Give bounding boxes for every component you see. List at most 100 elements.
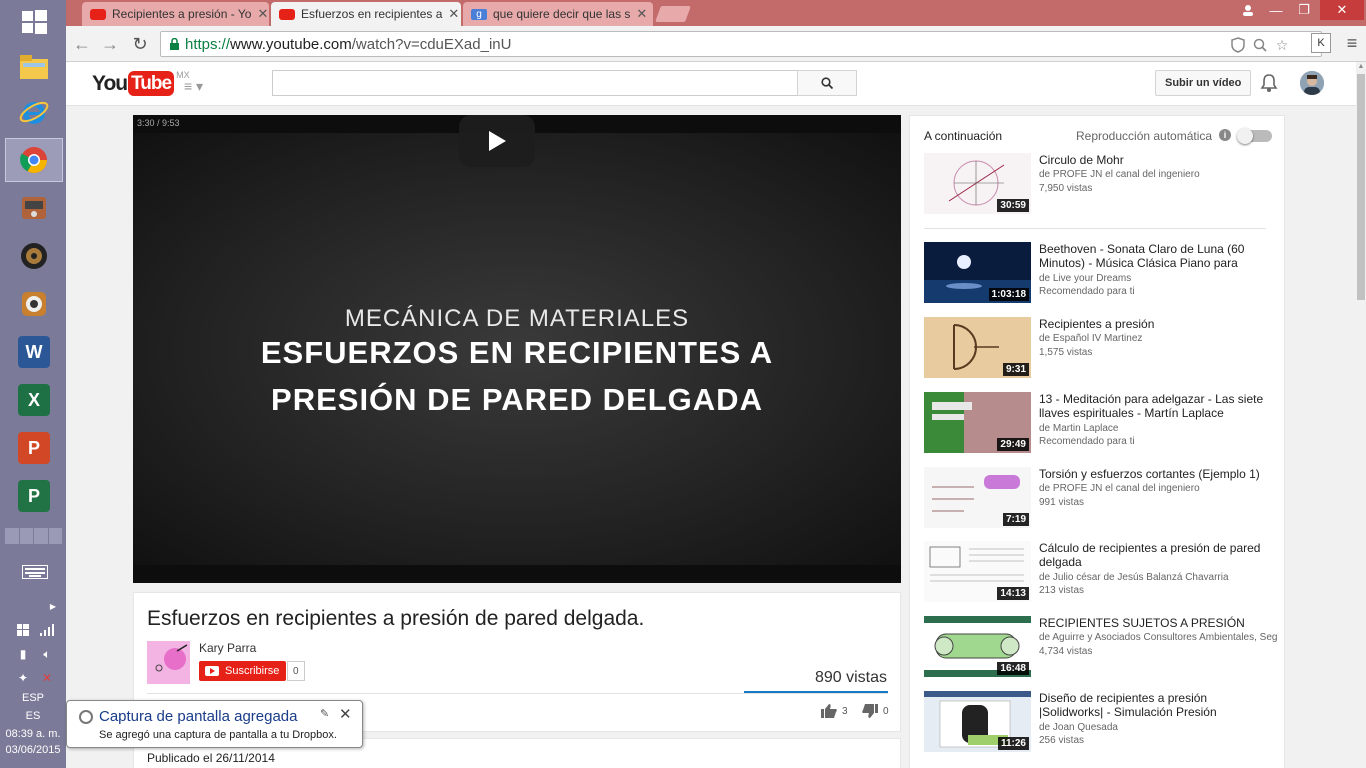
video-thumbnail[interactable]: 16:48 xyxy=(924,616,1031,677)
video-thumbnail[interactable]: 30:59 xyxy=(924,153,1031,214)
recommended-title[interactable]: 13 - Meditación para adelgazar - Las sie… xyxy=(1039,392,1273,420)
back-arrow-icon[interactable]: ← xyxy=(72,34,92,54)
recommended-title[interactable]: RECIPIENTES SUJETOS A PRESIÓN xyxy=(1039,616,1273,630)
tab-google-search[interactable]: g que quiere decir que las s ✕ xyxy=(463,2,653,26)
recommended-video[interactable]: 16:48 RECIPIENTES SUJETOS A PRESIÓN de A… xyxy=(924,616,1284,678)
autoplay-label: Reproducción automática xyxy=(1076,129,1213,143)
browser-titlebar: Recipientes a presión - Yo ✕ Esfuerzos e… xyxy=(66,0,1366,26)
dropbox-icon[interactable]: ✦ xyxy=(14,670,32,686)
dropbox-notification[interactable]: Captura de pantalla agregada Se agregó u… xyxy=(66,700,363,748)
search-button[interactable] xyxy=(797,70,857,96)
channel-avatar[interactable] xyxy=(147,641,190,684)
account-avatar[interactable] xyxy=(1300,71,1324,95)
video-thumbnail[interactable]: 29:49 xyxy=(924,392,1031,453)
notification-title[interactable]: Captura de pantalla agregada xyxy=(99,708,298,725)
video-slide-subtitle: MECÁNICA DE MATERIALES xyxy=(344,305,690,332)
recommended-title[interactable]: Recipientes a presión xyxy=(1039,317,1273,331)
webcam-app-icon[interactable] xyxy=(5,282,63,326)
video-thumbnail[interactable]: 11:26 xyxy=(924,691,1031,752)
play-icon xyxy=(489,131,506,151)
chrome-icon[interactable] xyxy=(5,138,63,182)
close-icon[interactable]: ✕ xyxy=(442,6,459,22)
recommended-video[interactable]: 9:31 Recipientes a presión de Español IV… xyxy=(924,317,1284,379)
subscribe-button[interactable]: Suscribirse xyxy=(199,661,287,681)
video-thumbnail[interactable]: 1:03:18 xyxy=(924,242,1031,303)
tab-recipientes[interactable]: Recipientes a presión - Yo ✕ xyxy=(82,2,269,26)
word-icon[interactable]: W xyxy=(5,330,63,374)
recommended-title[interactable]: Cálculo de recipientes a presión de pare… xyxy=(1039,541,1273,569)
chrome-menu-icon[interactable]: ≡ xyxy=(1342,33,1362,53)
zoom-icon[interactable] xyxy=(1251,36,1269,54)
recommended-video[interactable]: 30:59 Circulo de Mohr de PROFE JN el can… xyxy=(924,153,1284,215)
channel-name[interactable]: Kary Parra xyxy=(199,641,256,655)
window-close-icon[interactable]: ✕ xyxy=(1320,0,1364,20)
video-thumbnail[interactable]: 9:31 xyxy=(924,317,1031,378)
video-thumbnail[interactable]: 7:19 xyxy=(924,467,1031,528)
close-icon[interactable]: ✕ xyxy=(251,6,268,22)
guide-menu-icon[interactable]: ≡ ▾ xyxy=(184,78,203,95)
forward-arrow-icon[interactable]: → xyxy=(100,34,120,54)
video-thumbnail[interactable]: 14:13 xyxy=(924,541,1031,602)
recommended-title[interactable]: Torsión y esfuerzos cortantes (Ejemplo 1… xyxy=(1039,467,1273,481)
recommended-video[interactable]: 29:49 13 - Meditación para adelgazar - L… xyxy=(924,392,1284,454)
info-icon[interactable]: i xyxy=(1219,129,1231,141)
new-tab-button[interactable] xyxy=(655,6,691,22)
page-scrollbar[interactable]: ▲ xyxy=(1356,62,1366,768)
windows-small-icon[interactable] xyxy=(14,622,32,638)
play-button[interactable] xyxy=(459,115,535,167)
address-bar[interactable]: https://www.youtube.com/watch?v=cduEXad_… xyxy=(160,31,1322,57)
recommended-channel: de Aguirre y Asociados Consultores Ambie… xyxy=(1039,632,1278,643)
video-duration: 11:26 xyxy=(997,737,1029,750)
internet-explorer-icon[interactable] xyxy=(5,90,63,134)
restore-icon[interactable]: ❐ xyxy=(1290,0,1318,20)
video-duration: 9:31 xyxy=(1002,363,1029,376)
recommended-title[interactable]: Circulo de Mohr xyxy=(1039,153,1273,167)
player-controls-bar[interactable] xyxy=(133,565,901,583)
file-explorer-icon[interactable] xyxy=(5,44,63,88)
scrollbar-thumb[interactable] xyxy=(1357,74,1365,300)
powerpoint-icon[interactable]: P xyxy=(5,426,63,470)
scroll-up-icon[interactable]: ▲ xyxy=(1356,62,1366,72)
extension-icon[interactable]: K xyxy=(1311,33,1331,53)
project-icon[interactable]: P xyxy=(5,474,63,518)
keyboard-icon[interactable] xyxy=(22,564,48,580)
clock-date[interactable]: 03/06/2015 xyxy=(0,744,66,756)
recommended-video[interactable]: 11:26 Diseño de recipientes a presión |S… xyxy=(924,691,1284,753)
reload-icon[interactable]: ↻ xyxy=(130,34,150,54)
minimize-icon[interactable]: — xyxy=(1262,0,1290,20)
recommended-title[interactable]: Beethoven - Sonata Claro de Luna (60 Min… xyxy=(1039,242,1273,270)
recommended-video[interactable]: 7:19 Torsión y esfuerzos cortantes (Ejem… xyxy=(924,467,1284,529)
excel-icon[interactable]: X xyxy=(5,378,63,422)
youtube-logo[interactable]: You Tube MX xyxy=(92,70,190,96)
clock-time[interactable]: 08:39 a. m. xyxy=(0,728,66,740)
upload-video-button[interactable]: Subir un vídeo xyxy=(1155,70,1252,96)
shield-icon[interactable] xyxy=(1229,36,1247,54)
url-text[interactable]: https://www.youtube.com/watch?v=cduEXad_… xyxy=(185,36,511,53)
dislike-button[interactable]: 0 xyxy=(862,704,889,718)
taskbar-scroll[interactable] xyxy=(5,528,63,544)
recommended-video[interactable]: 1:03:18 Beethoven - Sonata Claro de Luna… xyxy=(924,242,1284,304)
keyboard-layout[interactable]: ES xyxy=(0,710,66,722)
signal-icon[interactable] xyxy=(38,622,56,638)
speaker-app-icon[interactable] xyxy=(5,234,63,278)
bookmark-star-icon[interactable]: ☆ xyxy=(1273,36,1291,54)
autoplay-toggle[interactable] xyxy=(1237,128,1272,144)
user-profile-icon[interactable] xyxy=(1234,0,1262,20)
volume-icon[interactable]: 🔈︎ xyxy=(38,646,56,662)
pin-icon[interactable]: ✎ xyxy=(320,707,329,720)
close-icon[interactable]: ✕ xyxy=(630,6,647,22)
close-icon[interactable]: ✕ xyxy=(339,705,352,723)
battery-icon[interactable]: ▮ xyxy=(14,646,32,662)
recommended-title[interactable]: Diseño de recipientes a presión |Solidwo… xyxy=(1039,691,1273,719)
search-input[interactable] xyxy=(272,70,798,96)
like-button[interactable]: 3 xyxy=(821,704,848,718)
recommended-video[interactable]: 14:13 Cálculo de recipientes a presión d… xyxy=(924,541,1284,603)
video-player[interactable]: 3:30 / 9:53 MECÁNICA DE MATERIALES ESFUE… xyxy=(133,115,901,583)
windows-start-icon[interactable] xyxy=(5,0,63,44)
input-language[interactable]: ESP xyxy=(0,692,66,704)
network-disconnected-icon[interactable]: ✕ xyxy=(38,670,56,686)
chevron-right-icon[interactable]: ▶ xyxy=(44,598,62,614)
notifications-bell-icon[interactable] xyxy=(1260,73,1278,93)
tab-esfuerzos[interactable]: Esfuerzos en recipientes a ✕ xyxy=(271,2,461,26)
disk-utility-icon[interactable] xyxy=(5,186,63,230)
